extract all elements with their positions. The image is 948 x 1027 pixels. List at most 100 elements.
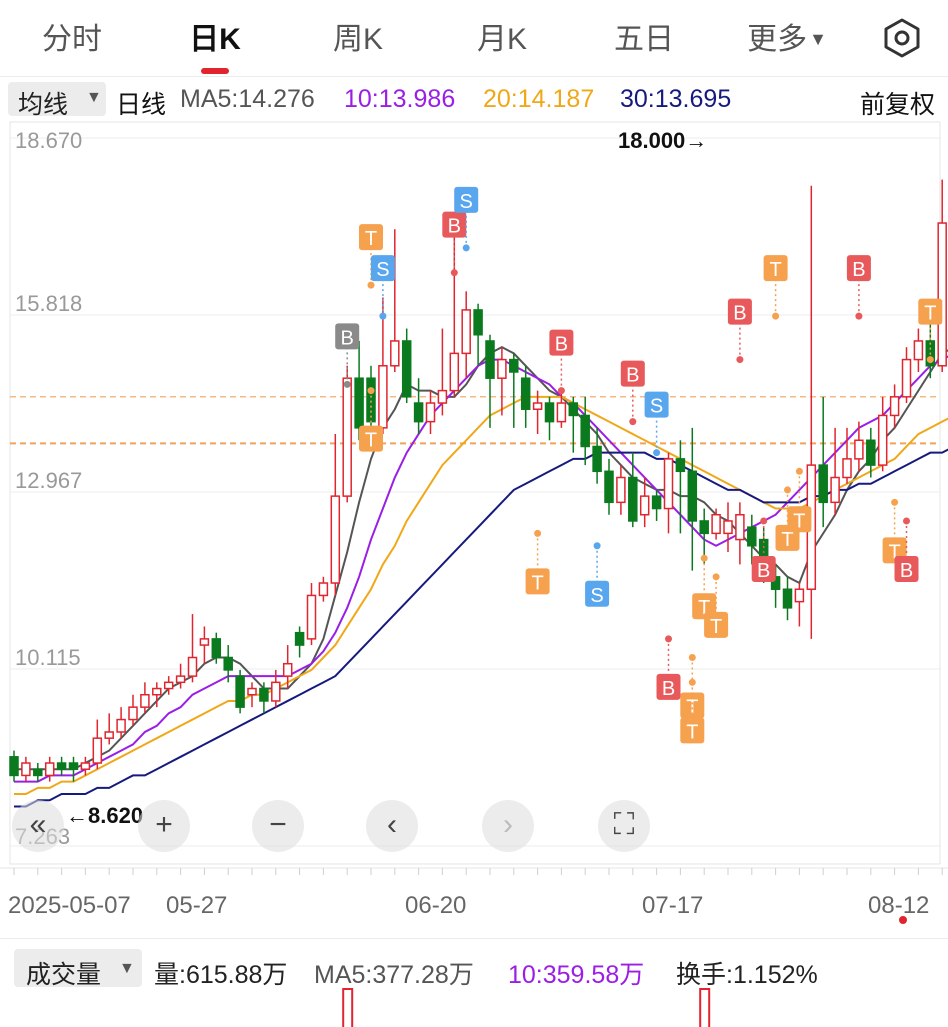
marker-dot — [343, 380, 351, 388]
x-tick-label: 05-27 — [166, 892, 227, 919]
volume-ma5-value: MA5:377.28万 — [314, 961, 474, 989]
trade-marker-B: B — [549, 329, 574, 395]
candle-body — [235, 675, 245, 708]
marker-dot — [462, 244, 470, 252]
candle — [520, 365, 531, 428]
candle — [282, 645, 293, 689]
marker-label: T — [769, 259, 781, 281]
candle-body — [92, 737, 103, 764]
price-adjust-toggle[interactable]: 前复权 — [860, 85, 935, 121]
trade-marker-T: T — [763, 255, 788, 320]
marker-dot — [772, 312, 780, 320]
marker-dot — [760, 517, 768, 525]
candle — [413, 378, 424, 435]
marker-dot — [593, 542, 601, 550]
candle-body — [378, 365, 388, 429]
latest-date-dot — [899, 916, 907, 924]
candle — [663, 452, 674, 534]
fullscreen-button[interactable]: ⛶ — [598, 800, 650, 852]
candle — [794, 583, 805, 627]
candle — [294, 626, 305, 658]
marker-dot — [367, 281, 375, 289]
candle-body — [556, 402, 567, 423]
candle-body — [604, 470, 614, 504]
tab-monthly-k[interactable]: 月K — [477, 14, 527, 58]
marker-dot — [379, 312, 387, 320]
candle — [9, 750, 19, 782]
tab-five-day[interactable]: 五日 — [614, 14, 674, 58]
marker-dot — [450, 269, 458, 277]
indicator-select[interactable]: 均线 ▼ — [8, 82, 106, 119]
zoom-in-button[interactable]: + — [138, 800, 190, 852]
marker-dot — [557, 387, 565, 395]
kline-chart[interactable]: 18.67015.81812.96710.1157.263BTTSBSBTSBS… — [0, 120, 948, 926]
hexagon-settings-icon[interactable] — [880, 16, 924, 60]
candle-body — [937, 222, 947, 367]
volume-indicator-select[interactable]: 成交量 ▼ — [14, 949, 142, 989]
candle-body — [437, 389, 448, 404]
candle-body — [187, 656, 198, 677]
candle-body — [294, 631, 305, 646]
candle-body — [651, 495, 662, 510]
candle-body — [128, 706, 138, 721]
candle-body — [830, 476, 840, 504]
scroll-right-button[interactable]: › — [482, 800, 534, 852]
candle-body — [342, 377, 352, 497]
marker-dot — [784, 486, 791, 494]
candle-body — [401, 340, 412, 398]
period-tab-bar: 分时 日K 周K 月K 五日 更多 ▼ — [0, 0, 948, 77]
scroll-left-button[interactable]: ‹ — [366, 800, 418, 852]
marker-dot — [665, 635, 672, 643]
candle — [497, 347, 507, 416]
candle-body — [616, 476, 626, 504]
marker-label: B — [757, 560, 770, 582]
candle-body — [366, 377, 376, 423]
tab-daily-k[interactable]: 日K — [189, 14, 241, 58]
candle-body — [854, 439, 864, 460]
candle-body — [711, 513, 721, 535]
trade-marker-B: B — [620, 360, 645, 426]
candle — [735, 502, 745, 565]
candle — [354, 340, 364, 441]
marker-dot — [855, 312, 863, 320]
marker-label: B — [341, 327, 354, 349]
zoom-out-button[interactable]: − — [252, 800, 304, 852]
candle-body — [44, 762, 55, 777]
ma20-value: 20:14.187 — [483, 85, 595, 113]
marker-label: B — [448, 216, 461, 238]
scroll-left-fast-button[interactable]: « — [12, 800, 64, 852]
candle-body — [818, 464, 828, 504]
marker-dot — [926, 356, 934, 364]
ma10-value: 10:13.986 — [344, 85, 456, 113]
candle-body — [247, 687, 257, 696]
candle — [628, 452, 638, 528]
caret-down-icon: ▼ — [809, 29, 827, 49]
trade-marker-T: T — [882, 498, 907, 564]
turnover-value: 换手:1.152% — [676, 961, 818, 989]
ma30-value: 30:13.695 — [620, 85, 732, 113]
tab-more[interactable]: 更多 ▼ — [747, 14, 827, 58]
tab-timeshare[interactable]: 分时 — [42, 14, 102, 58]
candle-body — [889, 396, 900, 417]
candle — [56, 756, 67, 776]
marker-dot — [688, 654, 696, 662]
candle-body — [663, 458, 674, 510]
candle-body — [211, 638, 222, 659]
tab-weekly-k[interactable]: 周K — [333, 14, 383, 58]
candle — [128, 694, 138, 726]
candle — [33, 763, 43, 782]
marker-dot — [736, 356, 744, 364]
candle — [80, 756, 91, 776]
candle-body — [354, 377, 364, 429]
candle-body — [199, 638, 210, 646]
candle-body — [782, 588, 793, 609]
marker-dot — [367, 387, 375, 395]
marker-dot — [891, 498, 899, 506]
volume-chart — [342, 988, 711, 1027]
candle-body — [877, 414, 888, 466]
marker-dot — [688, 678, 696, 686]
candle — [687, 427, 698, 571]
candle — [449, 223, 460, 397]
low-price-label: ←8.620 — [66, 803, 143, 828]
candle — [461, 291, 471, 379]
